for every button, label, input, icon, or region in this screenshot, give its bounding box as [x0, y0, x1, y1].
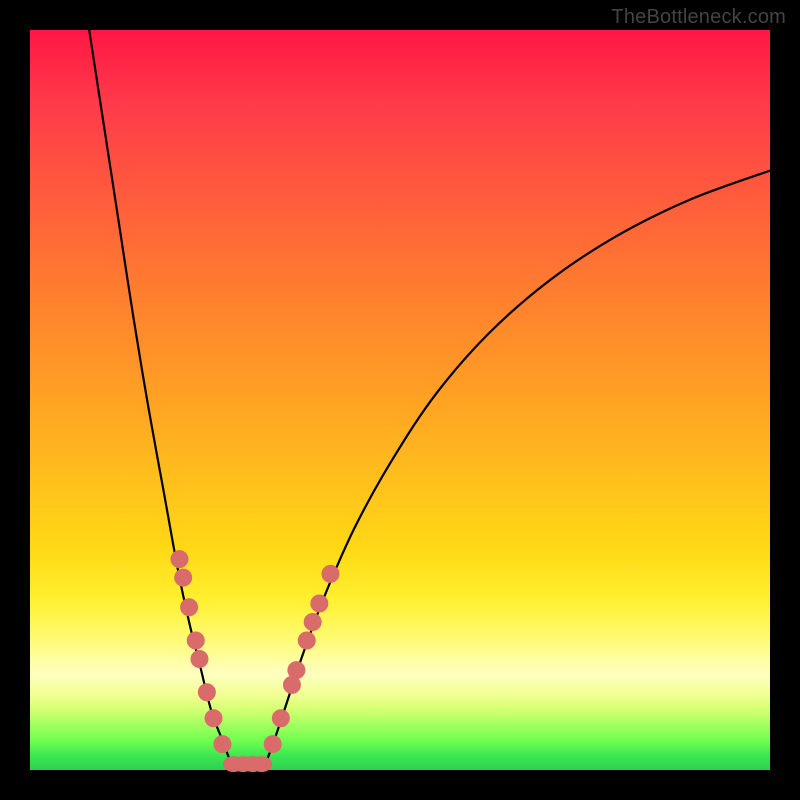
- right-branch-curve: [263, 171, 770, 770]
- plot-area: [30, 30, 770, 770]
- chart-svg: [30, 30, 770, 770]
- bottom-cluster: [224, 757, 272, 772]
- watermark-text: TheBottleneck.com: [611, 6, 786, 29]
- data-point: [311, 595, 328, 612]
- data-point: [198, 684, 215, 701]
- chart-frame: TheBottleneck.com: [0, 0, 800, 800]
- data-point: [298, 632, 315, 649]
- data-point: [175, 569, 192, 586]
- data-point: [322, 565, 339, 582]
- data-point: [187, 632, 204, 649]
- markers-left: [171, 551, 231, 753]
- data-point: [171, 551, 188, 568]
- data-point: [304, 614, 321, 631]
- data-point: [191, 651, 208, 668]
- data-point-oval: [252, 757, 272, 772]
- data-point: [214, 736, 231, 753]
- left-branch-curve: [89, 30, 233, 770]
- data-point: [181, 599, 198, 616]
- data-point: [205, 710, 222, 727]
- data-point: [288, 662, 305, 679]
- data-point: [272, 710, 289, 727]
- data-point: [264, 736, 281, 753]
